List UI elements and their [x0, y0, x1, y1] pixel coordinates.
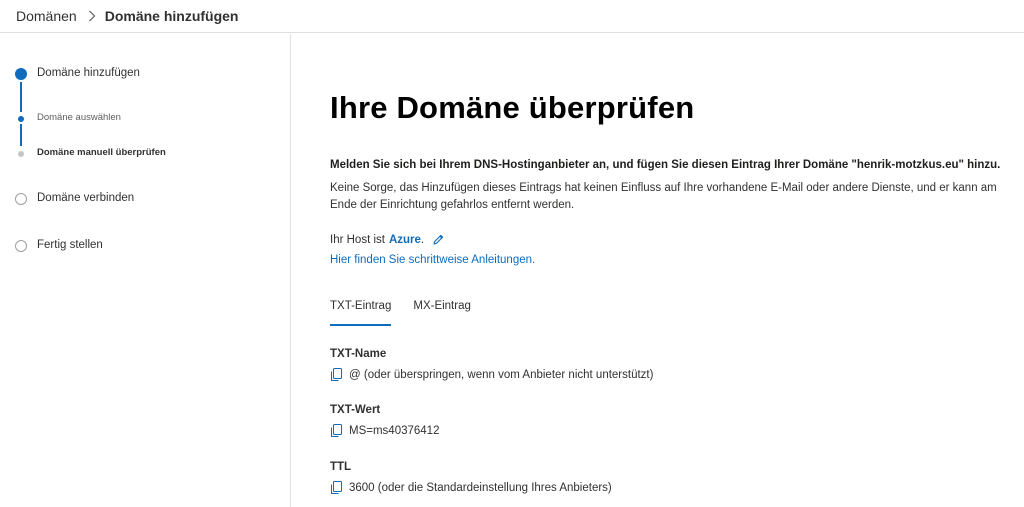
- txt-value: MS=ms40376412: [349, 425, 440, 437]
- ttl-value-row: 3600 (oder die Standardeinstellung Ihres…: [330, 481, 612, 495]
- copy-icon[interactable]: [330, 424, 343, 438]
- step-label: Domäne manuell überprüfen: [37, 147, 166, 158]
- copy-icon[interactable]: [330, 368, 343, 382]
- txt-name-label: TXT-Name: [330, 348, 387, 360]
- step-by-step-guide-link[interactable]: Hier finden Sie schrittweise Anleitungen…: [330, 254, 535, 266]
- breadcrumb-domains-link[interactable]: Domänen: [16, 8, 77, 24]
- step-active-dot: [15, 68, 27, 80]
- page-title: Ihre Domäne überprüfen: [330, 90, 695, 125]
- ttl-value: 3600 (oder die Standardeinstellung Ihres…: [349, 482, 612, 494]
- host-prefix: Ihr Host ist: [330, 233, 385, 246]
- breadcrumb: Domänen Domäne hinzufügen: [0, 0, 1024, 33]
- host-info: Ihr Host ist Azure .: [330, 233, 445, 246]
- stepper-connector: [20, 124, 22, 146]
- txt-value-label: TXT-Wert: [330, 404, 381, 416]
- wizard-stepper: Domäne hinzufügen Domäne auswählen Domän…: [0, 34, 291, 507]
- tab-mx-record[interactable]: MX-Eintrag: [413, 300, 471, 326]
- copy-icon[interactable]: [330, 481, 343, 495]
- substep-pending-dot: [18, 151, 24, 157]
- step-label: Domäne hinzufügen: [37, 67, 140, 79]
- pencil-icon[interactable]: [432, 233, 445, 246]
- step-label: Domäne verbinden: [37, 192, 135, 204]
- step-pending-dot: [15, 240, 27, 252]
- step-label: Fertig stellen: [37, 239, 103, 251]
- host-suffix: .: [420, 233, 425, 246]
- stepper-connector: [20, 82, 22, 112]
- txt-name-value: @ (oder überspringen, wenn vom Anbieter …: [349, 369, 654, 381]
- tab-txt-record[interactable]: TXT-Eintrag: [330, 300, 392, 326]
- host-name: Azure: [388, 233, 421, 246]
- chevron-right-icon: [88, 10, 96, 22]
- ttl-label: TTL: [330, 461, 352, 473]
- txt-name-value-row: @ (oder überspringen, wenn vom Anbieter …: [330, 368, 653, 382]
- substep-done-dot: [18, 116, 24, 122]
- step-label: Domäne auswählen: [37, 112, 121, 123]
- description-text: Keine Sorge, das Hinzufügen dieses Eintr…: [330, 182, 997, 211]
- record-tabs: TXT-Eintrag MX-Eintrag: [330, 300, 493, 326]
- txt-value-row: MS=ms40376412: [330, 424, 439, 438]
- instruction-text: Melden Sie sich bei Ihrem DNS-Hostinganb…: [330, 159, 1001, 171]
- step-pending-dot: [15, 193, 27, 205]
- breadcrumb-current: Domäne hinzufügen: [104, 8, 239, 24]
